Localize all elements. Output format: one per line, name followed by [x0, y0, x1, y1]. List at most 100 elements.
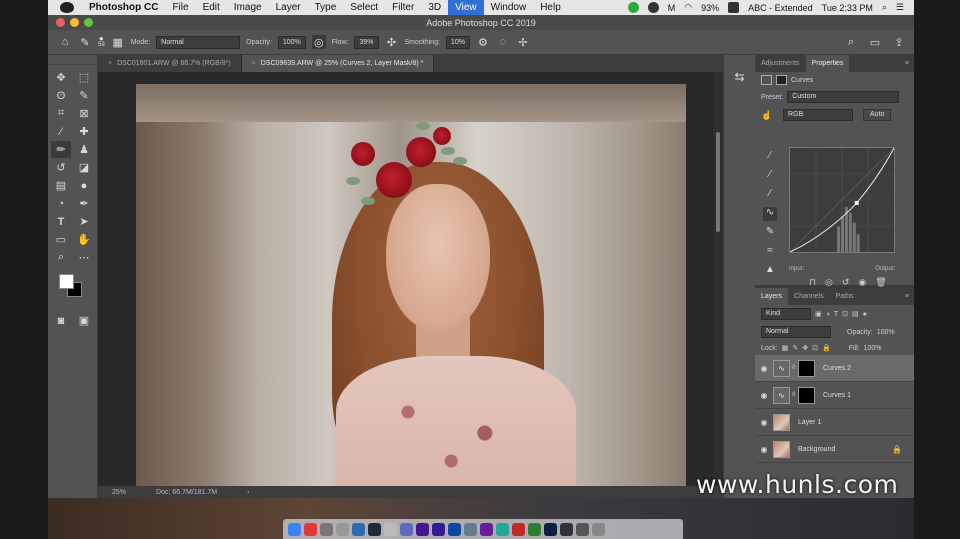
- draw-curve-icon[interactable]: ✎: [763, 226, 777, 240]
- move-tool-icon[interactable]: ✥: [51, 69, 71, 86]
- layer-name[interactable]: Layer 1: [798, 419, 821, 426]
- sync-icon[interactable]: [647, 2, 659, 13]
- gray-point-eyedropper-icon[interactable]: ⁄: [763, 169, 777, 183]
- history-panel-icon[interactable]: ⇆: [732, 70, 748, 86]
- scrollbar-thumb[interactable]: [716, 132, 720, 232]
- preview-icon[interactable]: [384, 522, 397, 536]
- curves-graph[interactable]: [789, 147, 895, 253]
- minimize-window-button[interactable]: [70, 18, 79, 27]
- white-point-eyedropper-icon[interactable]: ⁄: [763, 188, 777, 202]
- foreground-color-swatch[interactable]: [59, 274, 74, 289]
- after-effects-icon[interactable]: [416, 522, 429, 536]
- blur-tool-icon[interactable]: ●: [74, 177, 94, 194]
- curves-adjustment-icon[interactable]: [761, 75, 772, 85]
- document-tab-2[interactable]: × DSC09639.ARW @ 25% (Curves 2, Layer Ma…: [241, 55, 435, 72]
- app-icon[interactable]: [512, 522, 525, 536]
- pressure-size-icon[interactable]: ◌: [496, 35, 510, 49]
- eye-icon[interactable]: ◉: [755, 445, 773, 454]
- opacity-field[interactable]: 100%: [277, 35, 306, 49]
- lock-position-icon[interactable]: ✥: [802, 344, 808, 352]
- slack-icon[interactable]: [480, 522, 493, 536]
- layer-row-background[interactable]: ◉ Background 🔒: [755, 436, 914, 463]
- gmail-icon[interactable]: M: [668, 3, 676, 13]
- layer-name[interactable]: Curves 2: [823, 365, 851, 372]
- history-brush-tool-icon[interactable]: ↺: [51, 159, 71, 176]
- quick-selection-tool-icon[interactable]: ✎: [74, 87, 94, 104]
- zoom-window-button[interactable]: [84, 18, 93, 27]
- layer-mask-thumbnail[interactable]: [798, 359, 815, 377]
- menu-file[interactable]: File: [165, 0, 195, 15]
- lightroom-icon[interactable]: [368, 522, 381, 536]
- app-icon[interactable]: [400, 522, 413, 536]
- eye-icon[interactable]: ◉: [755, 418, 773, 427]
- airbrush-icon[interactable]: ✣: [385, 35, 399, 49]
- obs-icon[interactable]: [560, 522, 573, 536]
- eyedropper-tool-icon[interactable]: ⁄: [51, 123, 71, 140]
- spotlight-icon[interactable]: ⌕: [882, 2, 887, 13]
- type-tool-icon[interactable]: T: [51, 213, 71, 230]
- close-tab-icon[interactable]: ×: [108, 60, 112, 67]
- curves-thumbnail-icon[interactable]: ∿: [773, 359, 790, 377]
- app-icon[interactable]: [464, 522, 477, 536]
- lock-all-icon[interactable]: 🔒: [822, 344, 831, 352]
- brush-size-picker[interactable]: ● 59: [98, 35, 105, 49]
- menu-help[interactable]: Help: [533, 0, 568, 15]
- delete-adjustment-icon[interactable]: 🗑: [875, 277, 886, 288]
- crop-tool-icon[interactable]: ⌗: [51, 105, 71, 122]
- layer-row-curves-1[interactable]: ◉ ∿ 8 Curves 1: [755, 382, 914, 409]
- trash-icon[interactable]: [592, 522, 605, 536]
- tab-channels[interactable]: Channels: [788, 288, 830, 305]
- document-image[interactable]: [136, 84, 686, 486]
- hand-tool-icon[interactable]: ✋: [74, 231, 94, 248]
- frame-tool-icon[interactable]: ⊠: [74, 105, 94, 122]
- app-store-icon[interactable]: [448, 522, 461, 536]
- path-selection-tool-icon[interactable]: ➤: [74, 213, 94, 230]
- layer-filter-kind[interactable]: Kind: [761, 308, 811, 320]
- targeted-adjustment-icon[interactable]: ☝: [761, 110, 779, 121]
- marquee-tool-icon[interactable]: ⬚: [74, 69, 94, 86]
- toggle-visibility-icon[interactable]: ◉: [858, 277, 866, 288]
- pen-tool-icon[interactable]: ✒: [74, 195, 94, 212]
- fill-value[interactable]: 100%: [864, 345, 882, 352]
- edit-points-icon[interactable]: ∿: [763, 207, 777, 221]
- zoom-level[interactable]: 25%: [112, 489, 126, 496]
- lock-transparency-icon[interactable]: ▦: [782, 344, 789, 352]
- app-icon[interactable]: [496, 522, 509, 536]
- lock-icon[interactable]: 🔒: [892, 445, 902, 454]
- layer-opacity-value[interactable]: 100%: [877, 329, 895, 336]
- layer-name[interactable]: Background: [798, 446, 835, 453]
- clipping-warning-icon[interactable]: ▲: [763, 264, 777, 278]
- menu-app-name[interactable]: Photoshop CC: [82, 0, 165, 15]
- close-tab-icon[interactable]: ×: [252, 60, 256, 67]
- toolbar-grip[interactable]: [48, 55, 97, 65]
- smoothing-options-gear-icon[interactable]: ⚙: [476, 35, 490, 49]
- flow-field[interactable]: 39%: [354, 35, 379, 49]
- filter-type-icon[interactable]: T: [834, 311, 838, 318]
- finder-icon[interactable]: [288, 522, 301, 536]
- layer-row-curves-2[interactable]: ◉ ∿ 8 Curves 2: [755, 355, 914, 382]
- preset-select[interactable]: Custom: [787, 91, 900, 103]
- smoothing-field[interactable]: 10%: [445, 35, 470, 49]
- tab-properties[interactable]: Properties: [805, 55, 850, 72]
- launchpad-icon[interactable]: [320, 522, 333, 536]
- menu-type[interactable]: Type: [308, 0, 344, 15]
- layer-thumbnail[interactable]: [773, 440, 790, 458]
- quick-mask-icon[interactable]: ◙: [51, 312, 71, 329]
- healing-brush-tool-icon[interactable]: ✚: [74, 123, 94, 140]
- curves-thumbnail-icon[interactable]: ∿: [773, 386, 790, 404]
- brush-tool-preset-icon[interactable]: ✎: [78, 35, 92, 49]
- evernote-icon[interactable]: [627, 2, 639, 13]
- apple-icon[interactable]: [60, 2, 74, 13]
- black-point-eyedropper-icon[interactable]: ⁄: [763, 150, 777, 164]
- lasso-tool-icon[interactable]: ʘ: [51, 87, 71, 104]
- panel-menu-icon[interactable]: ≡: [905, 288, 914, 305]
- tab-paths[interactable]: Paths: [830, 288, 860, 305]
- lock-pixels-icon[interactable]: ✎: [792, 344, 798, 352]
- notification-center-icon[interactable]: ☰: [896, 2, 904, 13]
- tab-layers[interactable]: Layers: [755, 288, 789, 305]
- search-icon[interactable]: ⌕: [844, 35, 858, 49]
- brush-settings-icon[interactable]: ▦: [111, 35, 125, 49]
- tab-adjustments[interactable]: Adjustments: [755, 55, 806, 72]
- blend-mode-select[interactable]: Normal: [761, 326, 831, 338]
- menu-3d[interactable]: 3D: [421, 0, 448, 15]
